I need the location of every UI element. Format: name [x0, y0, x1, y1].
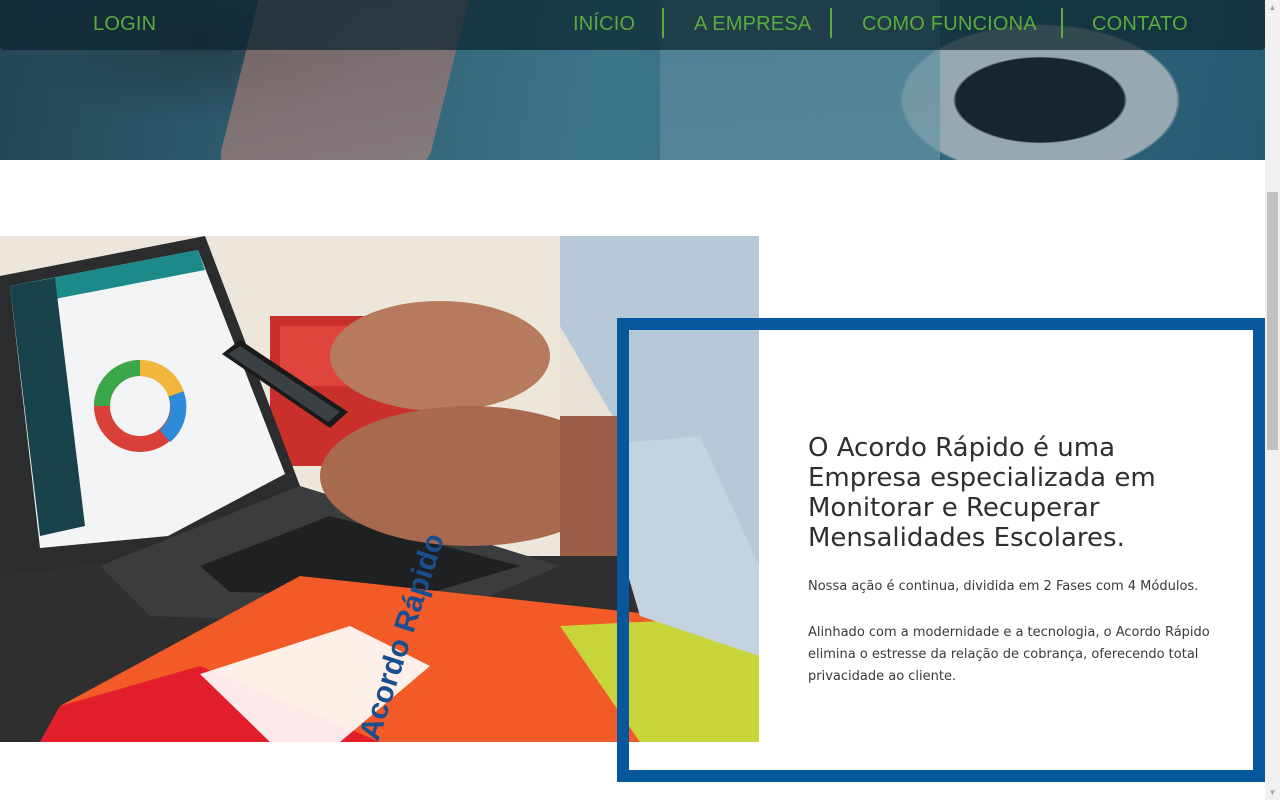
nav-item-inicio[interactable]: INÍCIO [573, 11, 635, 37]
scroll-down-icon[interactable]: ▼ [1265, 785, 1280, 800]
nav-divider [830, 8, 832, 38]
scroll-up-icon[interactable]: ▲ [1265, 0, 1280, 15]
page-scrollbar[interactable]: ▲ ▼ [1265, 0, 1280, 800]
nav-item-contato[interactable]: CONTATO [1092, 11, 1188, 37]
nav-divider [662, 8, 664, 38]
about-title: O Acordo Rápido é uma Empresa especializ… [808, 433, 1156, 553]
about-paragraph-phases: Nossa ação é continua, dividida em 2 Fas… [808, 579, 1199, 594]
nav-item-a-empresa[interactable]: A EMPRESA [694, 11, 811, 37]
nav-divider [1061, 8, 1063, 38]
top-navigation-bar: LOGIN INÍCIO A EMPRESA COMO FUNCIONA CON… [0, 0, 1265, 50]
scrollbar-thumb[interactable] [1267, 192, 1278, 450]
login-link[interactable]: LOGIN [93, 11, 156, 37]
nav-item-como-funciona[interactable]: COMO FUNCIONA [862, 11, 1037, 37]
about-paragraph-technology: Alinhado com a modernidade e a tecnologi… [808, 625, 1210, 684]
